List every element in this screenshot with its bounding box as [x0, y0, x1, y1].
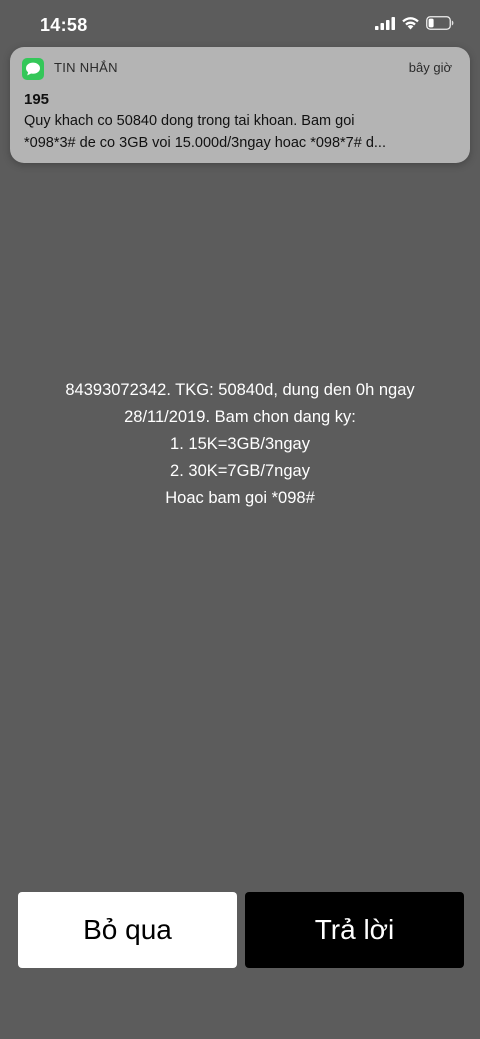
- notification-time: bây giờ: [408, 60, 452, 75]
- ussd-line: 84393072342. TKG: 50840d, dung den 0h ng…: [65, 381, 415, 399]
- messages-icon: [22, 58, 44, 80]
- battery-icon: [426, 16, 454, 30]
- reply-button[interactable]: Trả lời: [245, 892, 464, 968]
- status-bar: 14:58: [0, 0, 480, 50]
- message-notification[interactable]: TIN NHẮN bây giờ 195 Quy khach co 50840 …: [10, 47, 470, 163]
- notification-body: Quy khach co 50840 dong trong tai khoan.…: [24, 110, 464, 154]
- notification-body-line: Quy khach co 50840 dong trong tai khoan.…: [24, 113, 355, 129]
- notification-body-line: *098*3# de co 3GB voi 15.000d/3ngay hoac…: [24, 135, 386, 151]
- ussd-line: 1. 15K=3GB/3ngay: [170, 435, 310, 453]
- notification-app-name: TIN NHẮN: [54, 60, 118, 75]
- ussd-message: 84393072342. TKG: 50840d, dung den 0h ng…: [0, 377, 480, 512]
- status-time: 14:58: [40, 15, 88, 35]
- wifi-icon: [402, 17, 419, 30]
- notification-sender: 195: [24, 91, 50, 108]
- skip-button[interactable]: Bỏ qua: [18, 892, 237, 968]
- ussd-line: Hoac bam goi *098#: [165, 489, 315, 507]
- ussd-line: 2. 30K=7GB/7ngay: [170, 462, 310, 480]
- status-icons: [375, 16, 454, 30]
- ussd-line: 28/11/2019. Bam chon dang ky:: [124, 408, 356, 426]
- signal-icon: [375, 16, 395, 30]
